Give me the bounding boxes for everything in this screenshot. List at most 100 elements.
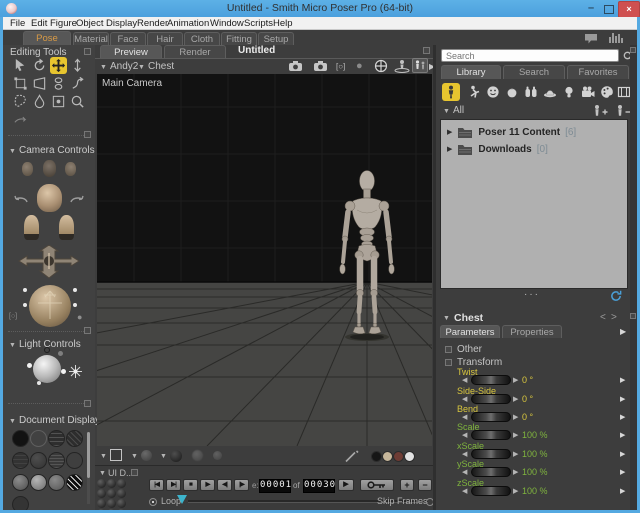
- timeline-scrubber[interactable]: [177, 495, 187, 504]
- grouping-tool[interactable]: [12, 93, 29, 110]
- category-hands[interactable]: [523, 84, 539, 100]
- ui-dots-collapse-button[interactable]: [131, 469, 138, 476]
- dial-right-arrow-icon[interactable]: ▶: [513, 432, 518, 439]
- menu-help[interactable]: Help: [273, 18, 293, 29]
- parameters-panel-menu-button[interactable]: [630, 313, 636, 319]
- refresh-icon[interactable]: [610, 290, 622, 302]
- light-indicator-white[interactable]: [61, 369, 66, 374]
- light-globe-control[interactable]: [33, 355, 61, 383]
- camera-controls-triangle-icon[interactable]: ▼: [9, 148, 16, 155]
- head-camera-control[interactable]: [37, 184, 62, 212]
- camera-controls-collapse-button[interactable]: [84, 131, 91, 138]
- library-search-tab[interactable]: Search: [503, 65, 565, 79]
- element-menu-triangle-icon[interactable]: ▼: [138, 64, 145, 71]
- library-item-name[interactable]: Downloads: [478, 144, 531, 155]
- library-item-row[interactable]: ▶ Downloads [0]: [447, 141, 623, 157]
- camera-dot[interactable]: [73, 288, 77, 292]
- room-tab-fitting[interactable]: Fitting: [221, 32, 257, 45]
- document-style-menu-triangle-icon[interactable]: ▼: [100, 453, 107, 460]
- add-runtime-icon[interactable]: [592, 104, 609, 117]
- param-dial-side-side[interactable]: [471, 394, 511, 404]
- right-hand-camera-control[interactable]: [65, 162, 76, 176]
- param-menu-arrow-icon[interactable]: ▶: [620, 451, 625, 458]
- face-camera-icon[interactable]: [288, 60, 304, 72]
- depth-cue-sphere-icon[interactable]: [192, 450, 203, 461]
- element-style-sphere-icon[interactable]: [170, 450, 182, 462]
- menu-figure[interactable]: Figure: [50, 18, 77, 29]
- title-bar[interactable]: Untitled - Smith Micro Poser Pro (64-bit…: [0, 0, 640, 17]
- advance-button[interactable]: ▶: [338, 479, 354, 491]
- dial-left-arrow-icon[interactable]: ◀: [462, 451, 467, 458]
- camera-dot[interactable]: [23, 288, 27, 292]
- room-tab-cloth[interactable]: Cloth: [184, 32, 220, 45]
- add-keyframe-button[interactable]: +: [400, 479, 414, 491]
- parameters-tab[interactable]: Parameters: [440, 325, 500, 338]
- camera-select-icon[interactable]: [○]: [9, 313, 17, 320]
- menu-animation[interactable]: Animation: [167, 18, 209, 29]
- light-indicator-gray[interactable]: [58, 351, 63, 356]
- other-group-toggle[interactable]: [445, 346, 452, 353]
- camera-dot[interactable]: [73, 303, 77, 307]
- style-lit-wireframe[interactable]: [12, 452, 29, 469]
- memory-dot[interactable]: [107, 489, 116, 498]
- style-sketch[interactable]: [66, 474, 83, 491]
- style-flat-lined[interactable]: [48, 452, 65, 469]
- document-display-collapse-button[interactable]: [84, 400, 91, 407]
- room-tab-material[interactable]: Material: [73, 32, 109, 45]
- search-input[interactable]: [441, 49, 619, 62]
- menu-object[interactable]: Object: [76, 18, 103, 29]
- category-lights[interactable]: [561, 84, 577, 100]
- dial-left-arrow-icon[interactable]: ◀: [462, 377, 467, 384]
- param-dial-scale[interactable]: [471, 430, 511, 440]
- memory-dot[interactable]: [107, 479, 116, 488]
- trackball-camera-control[interactable]: [29, 285, 71, 327]
- memory-dot[interactable]: [97, 499, 106, 508]
- library-favorites-tab[interactable]: Favorites: [567, 65, 629, 79]
- rotate-left-camera-icon[interactable]: [13, 195, 29, 205]
- memory-dot[interactable]: [97, 489, 106, 498]
- background-color-chip[interactable]: [382, 451, 393, 462]
- next-element-icon[interactable]: >: [611, 312, 617, 323]
- menu-window[interactable]: Window: [210, 18, 244, 29]
- light-indicator-white[interactable]: [27, 363, 32, 368]
- style-wireframe[interactable]: [48, 430, 65, 447]
- prev-element-icon[interactable]: <: [600, 312, 606, 323]
- room-tab-face[interactable]: Face: [110, 32, 146, 45]
- param-value-twist[interactable]: 0 °: [522, 375, 533, 385]
- menu-display[interactable]: Display: [106, 18, 137, 29]
- total-frames-counter[interactable]: 00030: [303, 479, 335, 493]
- camera-view-brackets-icon[interactable]: [○]: [336, 62, 345, 71]
- shadow-color-chip[interactable]: [393, 451, 404, 462]
- maximize-button[interactable]: [604, 5, 614, 14]
- menu-render[interactable]: Render: [137, 18, 168, 29]
- select-tool[interactable]: [12, 57, 29, 74]
- direct-manipulation-tool[interactable]: [12, 111, 29, 128]
- doc-panel-menu-button[interactable]: [423, 47, 430, 54]
- element-style-menu-triangle-icon[interactable]: ▼: [160, 453, 167, 460]
- library-panel-menu-button[interactable]: [630, 47, 636, 53]
- light-indicator-white[interactable]: [37, 381, 41, 385]
- param-value-bend[interactable]: 0 °: [522, 412, 533, 422]
- taper-tool[interactable]: [31, 75, 48, 92]
- first-frame-button[interactable]: |◀: [149, 479, 164, 491]
- remove-keyframe-button[interactable]: −: [418, 479, 432, 491]
- foreground-color-chip[interactable]: [371, 451, 382, 462]
- dial-left-arrow-icon[interactable]: ◀: [462, 469, 467, 476]
- param-value-yscale[interactable]: 100 %: [522, 467, 548, 477]
- all-triangle-icon[interactable]: ▼: [443, 108, 450, 115]
- param-dial-xscale[interactable]: [471, 449, 511, 459]
- chest-panel-triangle-icon[interactable]: ▼: [443, 315, 450, 322]
- chain-break-tool[interactable]: [50, 75, 67, 92]
- dial-left-arrow-icon[interactable]: ◀: [462, 414, 467, 421]
- document-style-box-icon[interactable]: [110, 449, 122, 461]
- dial-right-arrow-icon[interactable]: ▶: [513, 451, 518, 458]
- play-button[interactable]: ▶: [200, 479, 215, 491]
- category-props[interactable]: [542, 84, 558, 100]
- light-controls-triangle-icon[interactable]: ▼: [9, 342, 16, 349]
- style-flat-shaded[interactable]: [30, 452, 47, 469]
- skip-frames-checkbox[interactable]: [426, 498, 433, 506]
- minimize-button[interactable]: –: [584, 2, 598, 15]
- element-menu[interactable]: Chest: [148, 61, 174, 72]
- translate-tool[interactable]: [50, 57, 67, 74]
- view-magnifier-tool[interactable]: [69, 93, 86, 110]
